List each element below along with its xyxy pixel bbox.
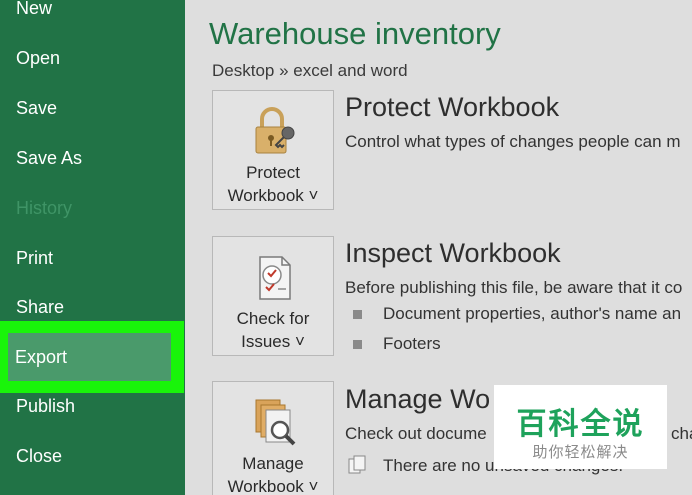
- nav-publish[interactable]: Publish: [0, 388, 185, 424]
- manage-workbook-description: Check out docume: [345, 424, 487, 443]
- nav-open[interactable]: Open: [0, 40, 185, 76]
- nav-new[interactable]: New: [0, 0, 185, 26]
- backstage-sidebar: New Open Save Save As History Print Shar…: [0, 0, 185, 495]
- inspect-workbook-title: Inspect Workbook: [345, 238, 561, 268]
- document-checklist-icon: [259, 256, 291, 300]
- nav-export-highlight: Export: [0, 321, 184, 393]
- watermark-subtitle: 助你轻松解决: [532, 443, 629, 461]
- documents-magnifier-icon: [255, 399, 296, 446]
- protect-workbook-button[interactable]: Protect Workbook ˅: [212, 90, 334, 210]
- check-for-issues-label: Check for Issues ˅: [236, 309, 310, 351]
- nav-print[interactable]: Print: [0, 240, 185, 276]
- breadcrumb: Desktop » excel and word: [212, 61, 408, 80]
- inspect-bullet-footers: Footers: [383, 334, 441, 353]
- nav-save[interactable]: Save: [0, 90, 185, 126]
- padlock-key-icon: [255, 107, 295, 154]
- protect-workbook-label: Protect Workbook ˅: [227, 163, 319, 205]
- bullet-icon: [353, 340, 362, 349]
- page-title: Warehouse inventory: [209, 16, 501, 51]
- watermark: 百科全说 助你轻松解决: [494, 385, 667, 469]
- manage-workbook-label: Manage Workbook ˅: [227, 454, 319, 495]
- inspect-bullet-properties: Document properties, author's name an: [383, 304, 682, 323]
- nav-share[interactable]: Share: [0, 289, 185, 325]
- nav-export-label: Export: [15, 347, 68, 367]
- watermark-title: 百科全说: [516, 407, 645, 442]
- nav-close[interactable]: Close: [0, 438, 185, 474]
- protect-workbook-description: Control what types of changes people can…: [345, 132, 681, 151]
- nav-save-as[interactable]: Save As: [0, 140, 185, 176]
- nav-history: History: [16, 198, 73, 218]
- documents-icon: [348, 455, 366, 474]
- inspect-workbook-description: Before publishing this file, be aware th…: [345, 278, 683, 297]
- bullet-icon: [353, 310, 362, 319]
- check-for-issues-button[interactable]: Check for Issues ˅: [212, 236, 334, 356]
- manage-workbook-description-tail: cha: [671, 424, 692, 443]
- protect-workbook-title: Protect Workbook: [345, 92, 560, 122]
- manage-workbook-title: Manage Wo: [345, 384, 491, 414]
- manage-workbook-button[interactable]: Manage Workbook ˅: [212, 381, 334, 495]
